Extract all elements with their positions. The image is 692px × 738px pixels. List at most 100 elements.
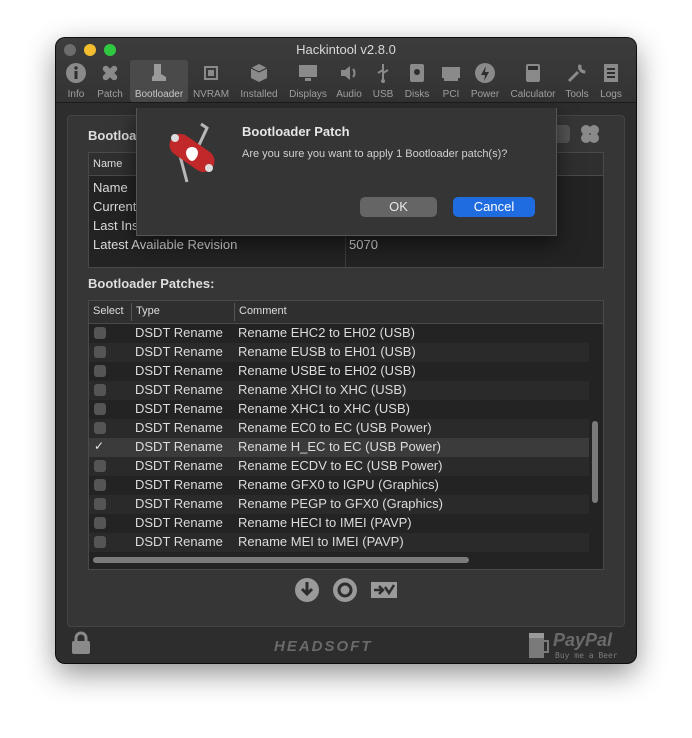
table-row[interactable]: DSDT Rename Rename EHC2 to EH02 (USB) (89, 324, 589, 343)
apply-patch-button[interactable] (294, 577, 320, 603)
patch-type: DSDT Rename (135, 420, 223, 435)
pci-icon (442, 67, 460, 81)
patch-comment: Rename EUSB to EH01 (USB) (238, 344, 416, 359)
wrench-icon (567, 64, 586, 83)
column-divider (131, 303, 132, 321)
clover-icon (581, 125, 599, 143)
patches-section-label: Bootloader Patches: (88, 276, 215, 291)
toolbar-item-displays[interactable]: Displays (286, 60, 330, 102)
titlebar: Hackintool v2.8.0 Info Patch Bootloader … (56, 38, 636, 103)
buy-beer-text: Buy me a Beer (555, 651, 618, 660)
table-row[interactable]: DSDT Rename Rename XHCI to XHC (USB) (89, 381, 589, 400)
table-row[interactable]: DSDT Rename Rename HECI to IMEI (PAVP) (89, 514, 589, 533)
checkmark-icon: ✓ (94, 439, 105, 453)
table-row[interactable]: DSDT Rename Rename MEI to IMEI (PAVP) (89, 533, 589, 552)
info-row-latest-label: Latest Available Revision (93, 237, 238, 252)
column-comment[interactable]: Comment (239, 305, 287, 317)
patch-checkbox[interactable] (94, 327, 106, 339)
speaker-icon (341, 66, 356, 80)
toolbar-item-disks[interactable]: Disks (402, 60, 432, 102)
logs-icon (604, 64, 618, 82)
cancel-button[interactable]: Cancel (453, 197, 535, 217)
table-row[interactable]: DSDT Rename Rename XHC1 to XHC (USB) (89, 400, 589, 419)
patch-type: DSDT Rename (135, 363, 223, 378)
patch-type: DSDT Rename (135, 477, 223, 492)
patch-comment: Rename XHCI to XHC (USB) (238, 382, 407, 397)
chip-icon (204, 66, 218, 80)
paypal-logo[interactable]: PayPal (553, 630, 612, 651)
toolbar-item-info[interactable]: Info (62, 60, 90, 102)
patch-type: DSDT Rename (135, 515, 223, 530)
info-row-latest-value: 5070 (349, 237, 378, 252)
export-button[interactable] (370, 577, 398, 603)
info-row-last-installed: Last Ins (93, 218, 139, 233)
patches-table-header: Select Type Comment (89, 301, 603, 324)
column-divider (234, 303, 235, 321)
info-header-name: Name (93, 158, 123, 170)
patch-checkbox[interactable] (94, 384, 106, 396)
confirm-dialog: Bootloader Patch Are you sure you want t… (136, 108, 557, 236)
patches-table: Select Type Comment DSDT Rename Rename EH… (88, 300, 604, 570)
toolbar-item-usb[interactable]: USB (368, 60, 398, 102)
bootloader-section-label: Bootloa (88, 128, 137, 143)
patch-checkbox[interactable] (94, 365, 106, 377)
table-row[interactable]: DSDT Rename Rename EC0 to EC (USB Power) (89, 419, 589, 438)
toolbar-item-patch[interactable]: Patch (94, 60, 126, 102)
lock-icon[interactable] (70, 631, 92, 655)
toolbar: Info Patch Bootloader NVRAM Installed Di… (56, 60, 636, 102)
toolbar-item-calculator[interactable]: Calculator (506, 60, 560, 102)
disk-icon (410, 64, 424, 82)
patch-comment: Rename USBE to EH02 (USB) (238, 363, 416, 378)
patch-checkbox[interactable] (94, 403, 106, 415)
power-icon (475, 63, 495, 83)
usb-icon (377, 64, 389, 83)
toolbar-item-logs[interactable]: Logs (596, 60, 626, 102)
toolbar-item-installed[interactable]: Installed (236, 60, 282, 102)
patch-checkbox[interactable] (94, 498, 106, 510)
patch-type: DSDT Rename (135, 496, 223, 511)
ok-button[interactable]: OK (360, 197, 437, 217)
toolbar-item-bootloader[interactable]: Bootloader (130, 60, 188, 102)
patch-checkbox[interactable] (94, 346, 106, 358)
patch-comment: Rename MEI to IMEI (PAVP) (238, 534, 404, 549)
swiss-knife-icon (169, 122, 215, 183)
info-row-current: Current (93, 199, 137, 214)
toolbar-item-power[interactable]: Power (468, 60, 502, 102)
info-row-name: Name (93, 180, 128, 195)
boot-icon (152, 64, 166, 81)
patch-type: DSDT Rename (135, 325, 223, 340)
patch-comment: Rename EC0 to EC (USB Power) (238, 420, 432, 435)
table-row[interactable]: DSDT Rename Rename PEGP to GFX0 (Graphics… (89, 495, 589, 514)
beer-icon[interactable] (527, 630, 551, 660)
patch-type: DSDT Rename (135, 344, 223, 359)
patch-comment: Rename PEGP to GFX0 (Graphics) (238, 496, 443, 511)
patch-checkbox[interactable] (94, 536, 106, 548)
column-type[interactable]: Type (136, 305, 160, 317)
box-icon (250, 64, 268, 82)
column-select[interactable]: Select (93, 305, 124, 317)
patch-checkbox[interactable] (94, 517, 106, 529)
refresh-button[interactable] (332, 577, 358, 603)
patch-checkbox[interactable] (94, 422, 106, 434)
table-row[interactable]: DSDT Rename Rename GFX0 to IGPU (Graphics… (89, 476, 589, 495)
toolbar-item-nvram[interactable]: NVRAM (192, 60, 230, 102)
table-row[interactable]: DSDT Rename Rename USBE to EH02 (USB) (89, 362, 589, 381)
patch-checkbox[interactable]: ✓ (94, 439, 106, 453)
headsoft-logo[interactable]: HEADSOFT (274, 638, 373, 655)
patch-type: DSDT Rename (135, 439, 223, 454)
patch-checkbox[interactable] (94, 460, 106, 472)
vertical-scrollbar[interactable] (592, 421, 598, 503)
table-row[interactable]: DSDT Rename Rename ECDV to EC (USB Power) (89, 457, 589, 476)
table-row[interactable]: ✓ DSDT Rename Rename H_EC to EC (USB Power… (89, 438, 589, 457)
toolbar-item-pci[interactable]: PCI (436, 60, 466, 102)
toolbar-item-tools[interactable]: Tools (562, 60, 592, 102)
display-icon (299, 65, 317, 81)
calculator-icon (526, 64, 540, 82)
table-row[interactable]: DSDT Rename Rename EUSB to EH01 (USB) (89, 343, 589, 362)
patch-checkbox[interactable] (94, 479, 106, 491)
horizontal-scrollbar[interactable] (93, 557, 469, 563)
patch-comment: Rename GFX0 to IGPU (Graphics) (238, 477, 439, 492)
patch-comment: Rename ECDV to EC (USB Power) (238, 458, 443, 473)
toolbar-item-audio[interactable]: Audio (334, 60, 364, 102)
patch-comment: Rename HECI to IMEI (PAVP) (238, 515, 412, 530)
